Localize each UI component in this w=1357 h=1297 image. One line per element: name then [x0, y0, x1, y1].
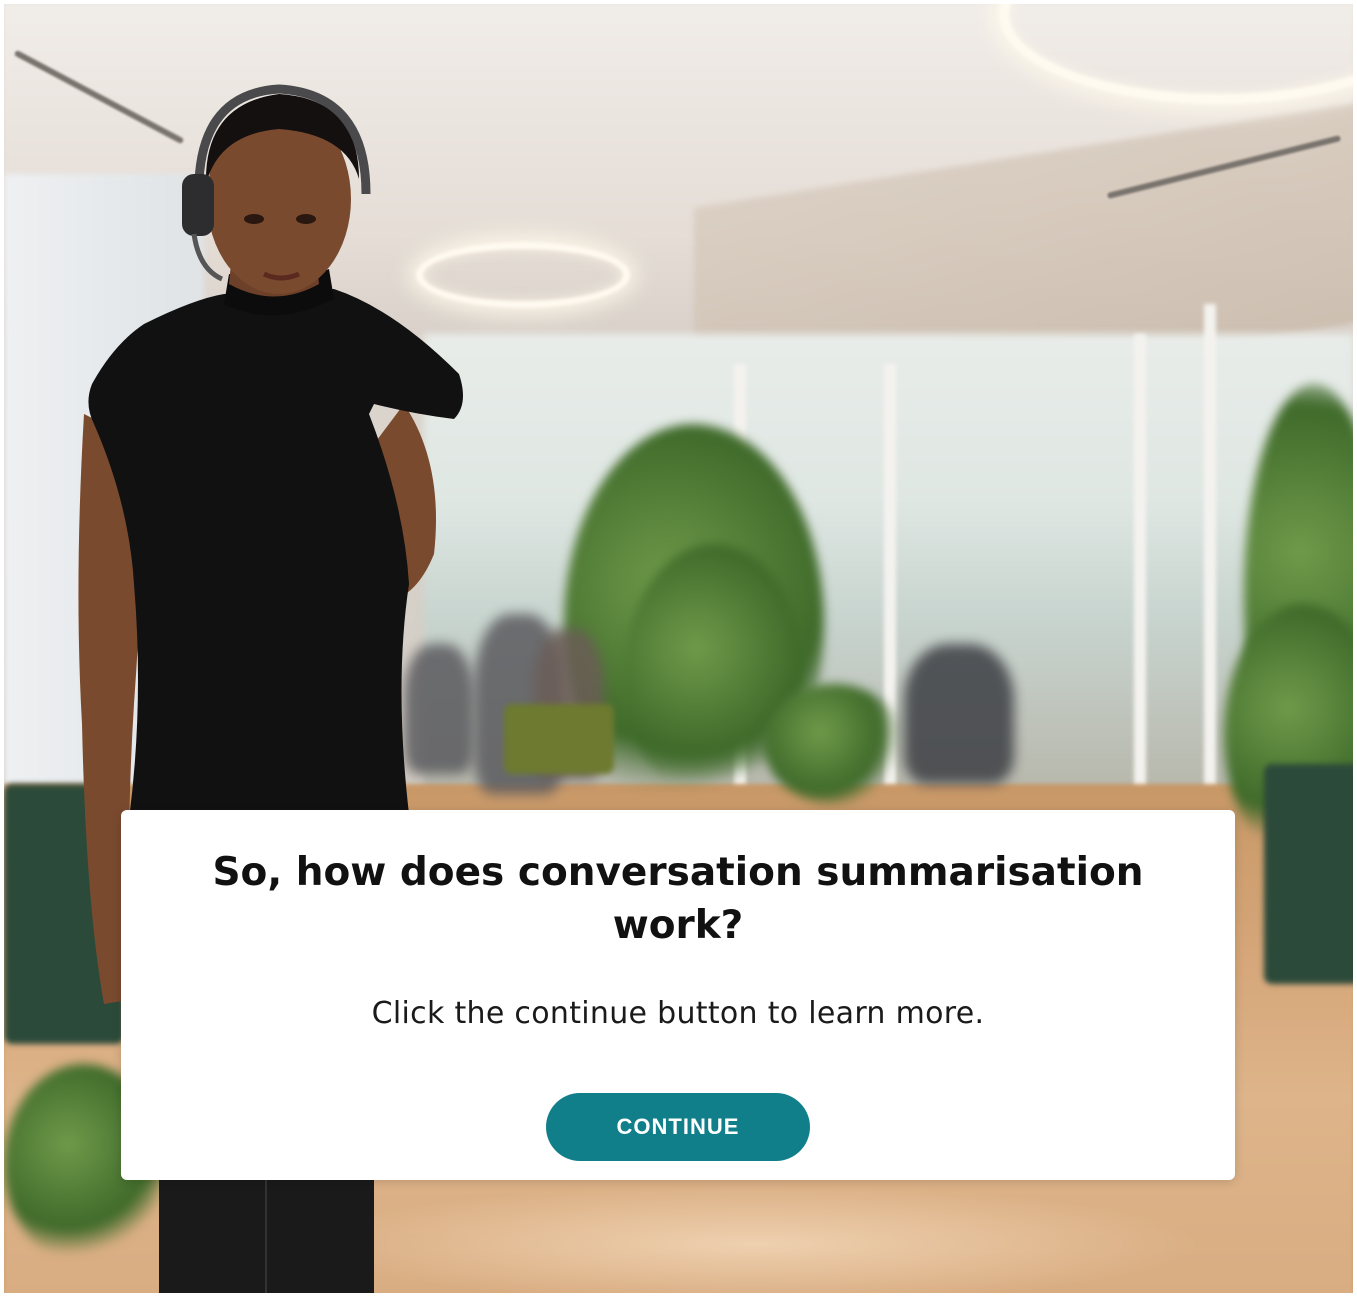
continue-button[interactable]: CONTINUE — [546, 1093, 810, 1161]
slide-canvas: So, how does conversation summarisation … — [4, 4, 1353, 1293]
dialog-title: So, how does conversation summarisation … — [212, 850, 1144, 948]
intro-dialog: So, how does conversation summarisation … — [121, 810, 1235, 1180]
dialog-instruction-text: Click the continue button to learn more. — [371, 996, 985, 1031]
